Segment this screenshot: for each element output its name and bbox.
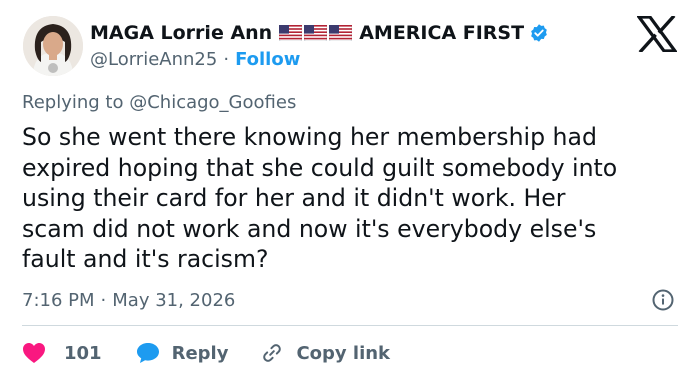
tweet-text: So she went there knowing her membership… bbox=[22, 123, 618, 274]
x-logo-icon[interactable] bbox=[637, 16, 677, 52]
author-tagline: AMERICA FIRST bbox=[359, 22, 525, 44]
author-name-row: MAGA Lorrie Ann AMERICA FIRST bbox=[90, 20, 549, 46]
like-count: 101 bbox=[64, 342, 102, 364]
tweet-card: MAGA Lorrie Ann AMERICA FIRST @LorrieAnn… bbox=[0, 0, 700, 379]
avatar[interactable] bbox=[23, 16, 83, 76]
action-bar: 101 Reply Copy link bbox=[22, 340, 390, 366]
tweet-date: May 31, 2026 bbox=[112, 289, 236, 311]
reply-bubble-icon bbox=[136, 343, 159, 363]
separator-dot: · bbox=[100, 289, 107, 311]
author-handle-row: @LorrieAnn25 · Follow bbox=[90, 47, 300, 71]
copy-link-button[interactable]: Copy link bbox=[260, 341, 390, 365]
replying-to-prefix: Replying to bbox=[22, 92, 124, 113]
tweet-time: 7:16 PM bbox=[22, 289, 95, 311]
us-flag-icon bbox=[304, 25, 328, 41]
copy-link-label: Copy link bbox=[296, 342, 391, 364]
author-display-name[interactable]: MAGA Lorrie Ann bbox=[90, 22, 272, 44]
reply-label: Reply bbox=[171, 342, 229, 364]
like-button[interactable]: 101 bbox=[22, 342, 102, 364]
link-icon bbox=[263, 344, 282, 362]
us-flag-icon bbox=[329, 25, 353, 41]
replying-to-line: Replying to @Chicago_Goofies bbox=[22, 92, 296, 113]
tweet-timestamp[interactable]: 7:16 PM · May 31, 2026 bbox=[22, 288, 235, 312]
author-handle[interactable]: @LorrieAnn25 bbox=[90, 49, 217, 70]
flag-group bbox=[279, 25, 353, 41]
replying-to-mention[interactable]: @Chicago_Goofies bbox=[129, 92, 296, 113]
follow-button[interactable]: Follow bbox=[235, 49, 300, 70]
reply-button[interactable]: Reply bbox=[136, 342, 229, 364]
heart-icon bbox=[23, 343, 45, 363]
verified-badge-icon[interactable] bbox=[529, 23, 549, 43]
us-flag-icon bbox=[279, 25, 303, 41]
avatar-photo bbox=[23, 16, 83, 76]
divider bbox=[22, 325, 678, 326]
separator-dot: · bbox=[223, 48, 230, 70]
info-icon[interactable] bbox=[652, 289, 674, 311]
